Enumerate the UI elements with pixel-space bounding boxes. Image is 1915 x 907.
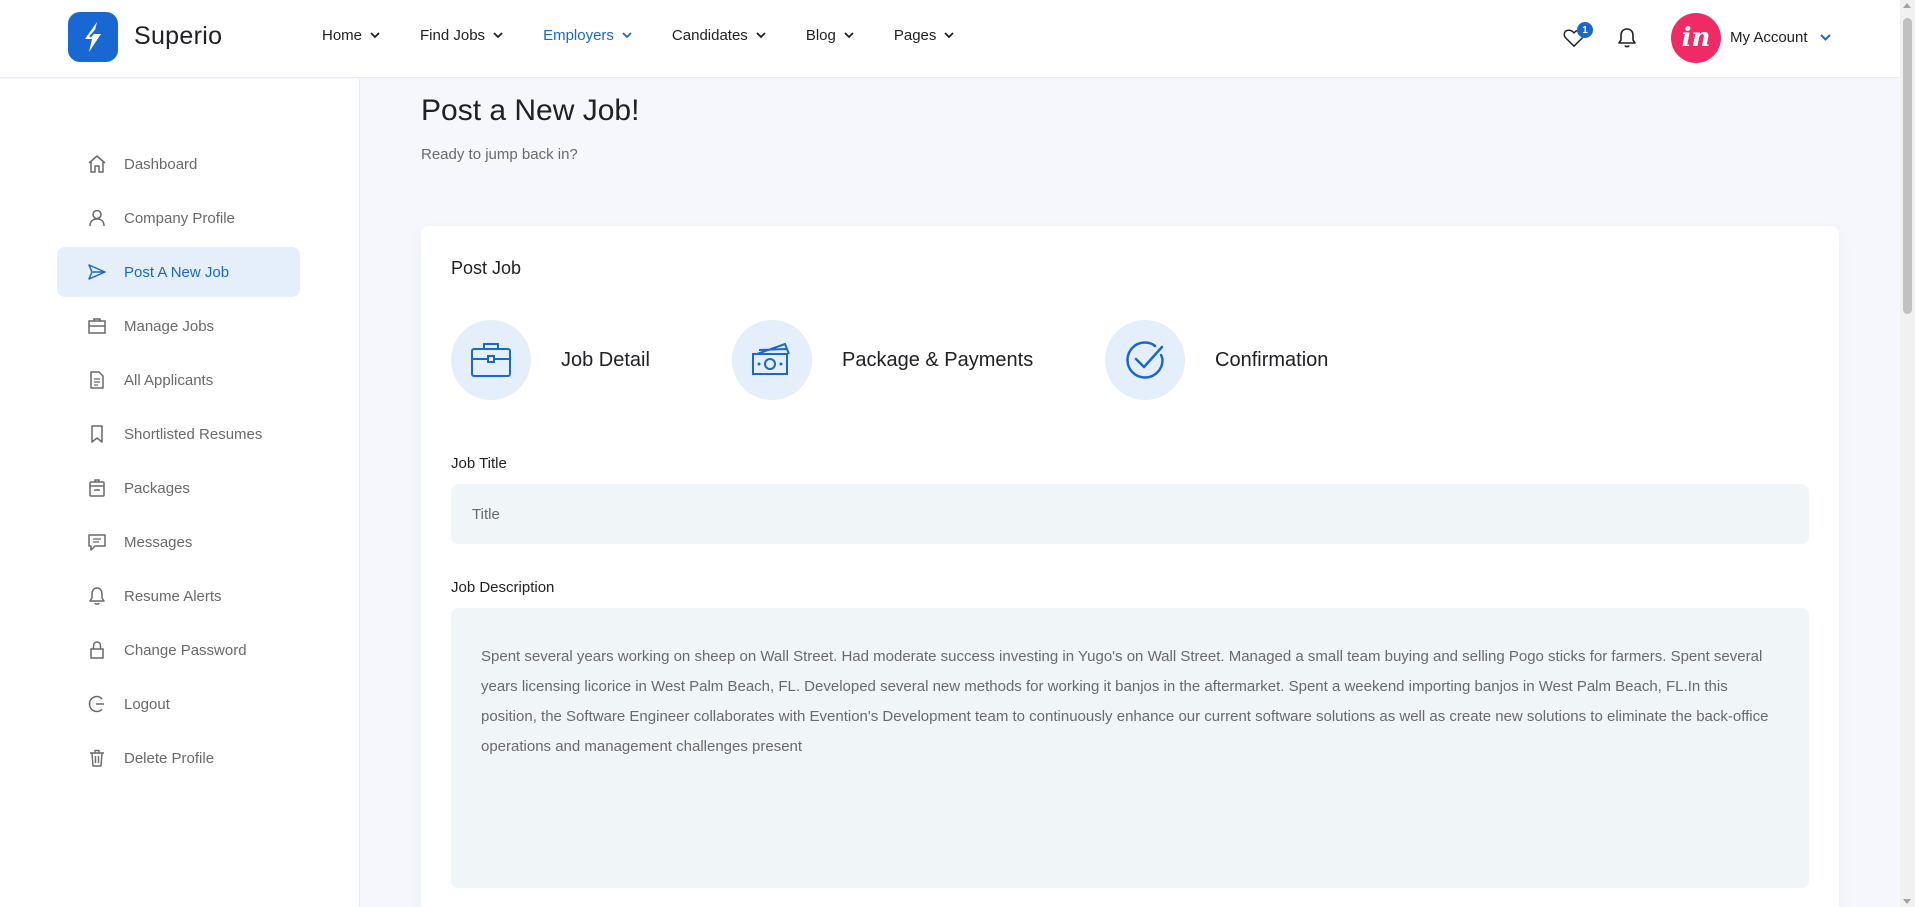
document-icon: [87, 370, 107, 390]
lock-icon: [87, 640, 107, 660]
scroll-up-arrow-icon[interactable]: [1903, 3, 1911, 8]
chevron-down-icon: [493, 32, 503, 39]
user-icon: [87, 208, 107, 228]
nav-item-candidates[interactable]: Candidates: [672, 27, 766, 44]
nav-item-label: Candidates: [671, 27, 748, 44]
briefcase-icon: [451, 320, 531, 400]
chevron-down-icon: [844, 32, 854, 39]
step-confirmation[interactable]: Confirmation: [1105, 320, 1328, 400]
chevron-down-icon: [622, 32, 632, 39]
sidebar-item-label: All Applicants: [124, 371, 214, 389]
post-job-card: Post Job Job Detail Package & Payments C…: [421, 226, 1839, 907]
paper-plane-icon: [87, 262, 107, 282]
sidebar-item-label: Manage Jobs: [124, 317, 215, 335]
chevron-down-icon: [370, 32, 380, 39]
sidebar-item-manage-jobs[interactable]: Manage Jobs: [57, 301, 300, 351]
sidebar-item-resume-alerts[interactable]: Resume Alerts: [57, 571, 300, 621]
home-icon: [87, 154, 107, 174]
trash-icon: [87, 748, 107, 768]
check-circle-icon: [1105, 320, 1185, 400]
my-account-menu[interactable]: My Account: [1730, 29, 1831, 46]
step-label: Package & Payments: [842, 348, 1034, 371]
nav-item-label: Pages: [893, 27, 937, 44]
sidebar-item-logout[interactable]: Logout: [57, 679, 300, 729]
nav-item-pages[interactable]: Pages: [894, 27, 955, 44]
nav-item-find-jobs[interactable]: Find Jobs: [420, 27, 503, 44]
sidebar-item-label: Messages: [124, 533, 193, 551]
chevron-down-icon: [756, 32, 766, 39]
chevron-down-icon: [1819, 34, 1831, 41]
sidebar-item-label: Shortlisted Resumes: [124, 425, 263, 443]
nav-item-label: Employers: [543, 27, 614, 44]
top-header: Superio Home Find Jobs Employers Candida…: [0, 0, 1900, 78]
sidebar-item-label: Delete Profile: [124, 749, 215, 767]
sidebar: Dashboard Company Profile Post A New Job…: [0, 79, 360, 907]
job-title-label: Job Title: [451, 455, 507, 472]
money-icon: [732, 320, 812, 400]
step-label: Job Detail: [561, 348, 650, 371]
card-title: Post Job: [451, 258, 522, 278]
step-package-payments[interactable]: Package & Payments: [732, 320, 1033, 400]
bell-icon: [87, 586, 107, 606]
sidebar-item-shortlisted-resumes[interactable]: Shortlisted Resumes: [57, 409, 300, 459]
bookmark-icon: [87, 424, 107, 444]
sidebar-item-label: Packages: [124, 479, 190, 497]
package-icon: [87, 478, 107, 498]
nav-item-label: Home: [322, 27, 363, 44]
page-subtitle: Ready to jump back in?: [421, 146, 578, 163]
sidebar-item-messages[interactable]: Messages: [57, 517, 300, 567]
sidebar-item-label: Logout: [124, 695, 170, 713]
chevron-down-icon: [944, 32, 955, 39]
sidebar-item-company-profile[interactable]: Company Profile: [57, 193, 300, 243]
message-icon: [87, 532, 107, 552]
scrollbar-thumb[interactable]: [1903, 18, 1912, 314]
scroll-down-arrow-icon[interactable]: [1903, 899, 1911, 904]
sidebar-item-all-applicants[interactable]: All Applicants: [57, 355, 300, 405]
step-label: Confirmation: [1215, 348, 1329, 371]
sidebar-item-post-a-new-job[interactable]: Post A New Job: [57, 247, 300, 297]
sidebar-item-dashboard[interactable]: Dashboard: [57, 139, 300, 189]
avatar[interactable]: in: [1671, 13, 1721, 63]
sidebar-item-label: Change Password: [124, 641, 247, 659]
step-job-detail[interactable]: Job Detail: [451, 320, 650, 400]
brand-name[interactable]: Superio: [134, 22, 222, 51]
account-label: My Account: [1730, 29, 1808, 46]
nav-item-label: Blog: [805, 27, 836, 44]
sidebar-item-label: Dashboard: [124, 155, 198, 173]
nav-item-employers[interactable]: Employers: [543, 27, 632, 44]
sidebar-item-change-password[interactable]: Change Password: [57, 625, 300, 675]
page-scrollbar[interactable]: [1900, 0, 1915, 907]
sidebar-item-delete-profile[interactable]: Delete Profile: [57, 733, 300, 783]
logout-icon: [87, 694, 107, 714]
superio-logo-icon[interactable]: [68, 12, 118, 62]
sidebar-item-packages[interactable]: Packages: [57, 463, 300, 513]
page-title: Post a New Job!: [421, 94, 640, 127]
sidebar-item-label: Resume Alerts: [124, 587, 222, 605]
main-nav: Home Find Jobs Employers Candidates Blog…: [322, 27, 994, 44]
sidebar-item-label: Company Profile: [124, 209, 235, 227]
sidebar-item-label: Post A New Job: [124, 263, 230, 281]
nav-item-blog[interactable]: Blog: [806, 27, 854, 44]
job-description-label: Job Description: [451, 579, 555, 596]
job-title-input[interactable]: [451, 484, 1809, 544]
favorites-count-badge: 1: [1577, 22, 1593, 38]
nav-item-home[interactable]: Home: [322, 27, 380, 44]
nav-item-label: Find Jobs: [420, 27, 486, 44]
job-description-textarea[interactable]: Spent several years working on sheep on …: [451, 608, 1809, 888]
bell-icon[interactable]: [1615, 26, 1639, 50]
briefcase-icon: [87, 316, 107, 336]
